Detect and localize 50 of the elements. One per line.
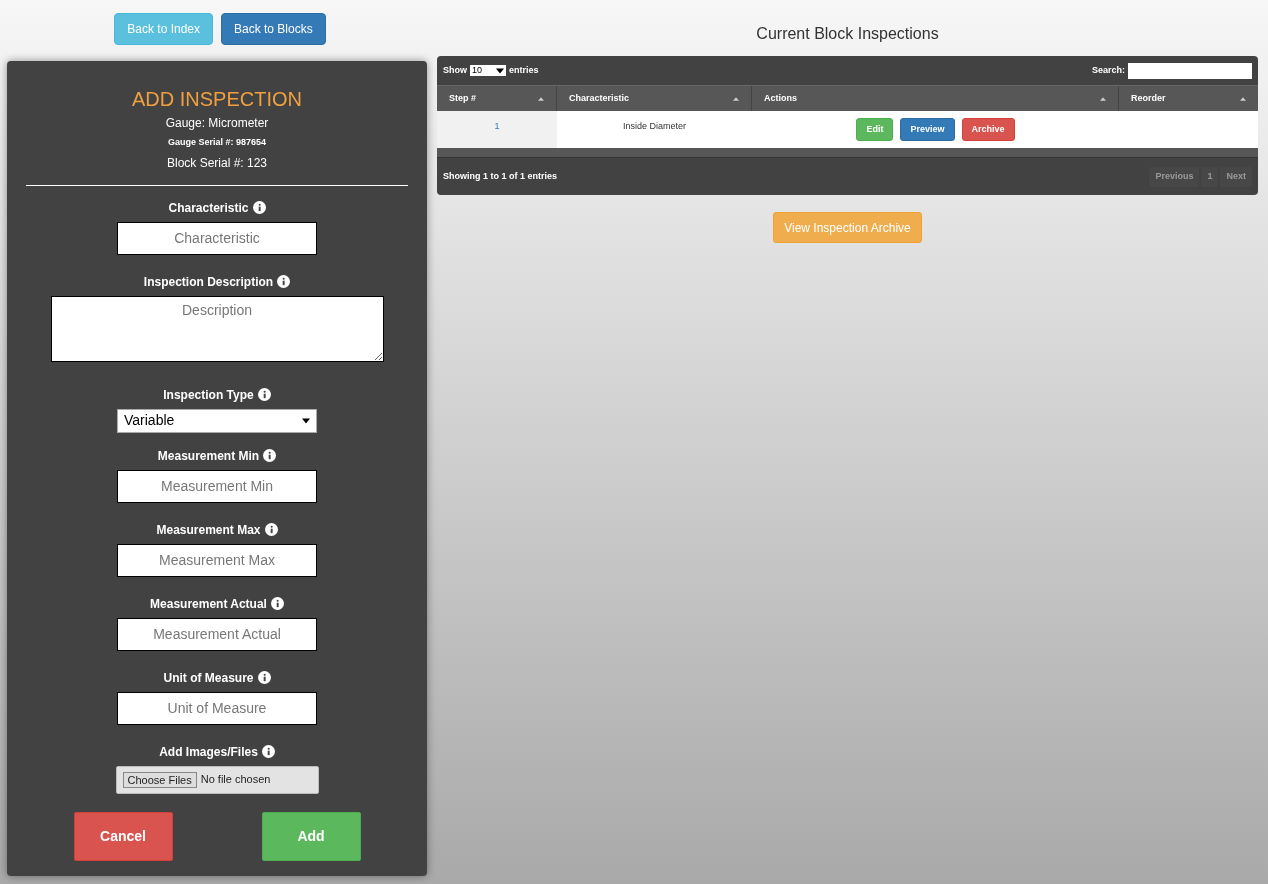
show-label: Show [443,63,467,77]
info-icon [257,388,271,401]
sort-icon [1240,96,1246,101]
description-field[interactable]: Description [50,295,384,362]
sort-icon [733,96,739,101]
search-field[interactable] [1128,62,1252,79]
field-label: Add Images/Files [159,743,258,761]
dropdown-arrow-icon [302,417,310,424]
info-icon [252,201,266,214]
search-label: Search: [1091,63,1125,77]
characteristic-cell-text: Inside Diameter [622,120,687,133]
action-button[interactable]: Archive [961,118,1015,141]
file-input[interactable]: Choose Files No file chosen [115,765,319,794]
text-field[interactable]: Measurement Min [117,469,317,503]
block-serial: Block Serial #: 123 [166,154,268,172]
gauge-name: Gauge: Micrometer [165,115,269,132]
info-icon [263,449,277,462]
info-icon [261,745,275,758]
action-button[interactable]: Edit [856,118,894,141]
text-field[interactable]: Measurement Actual [117,617,317,651]
text-field[interactable]: Unit of Measure [117,691,317,725]
info-icon [257,671,271,684]
type-dropdown[interactable]: Variable [117,408,317,433]
field-label: Inspection Type [163,386,254,404]
column-header[interactable]: Reorder [1119,86,1258,111]
table-info: Showing 1 to 1 of 1 entries [443,169,558,183]
nav-button[interactable]: Back to Blocks [221,13,326,45]
entries-label: entries [509,63,539,77]
field-label: Measurement Actual [150,595,267,613]
field-label: Measurement Min [157,447,260,465]
field-label: Measurement Max [156,521,261,539]
step-cell: 1 [437,111,557,148]
text-field[interactable]: Characteristic [117,221,317,255]
table-title: Current Block Inspections [756,24,939,44]
dropdown-arrow-icon [496,67,504,74]
field-label: Inspection Description [143,273,274,291]
info-icon [270,597,284,610]
sort-icon [538,96,544,101]
form-title: ADD INSPECTION [132,87,302,111]
field-label: Characteristic [168,199,249,217]
form-button[interactable]: Cancel [73,811,173,861]
form-button[interactable]: Add [261,811,361,861]
action-button[interactable]: Preview [900,118,955,141]
gauge-serial: Gauge Serial #: 987654 [167,136,267,149]
text-field[interactable]: Measurement Max [117,543,317,577]
info-icon [264,523,278,536]
sort-icon [1100,96,1106,101]
info-icon [277,275,291,288]
field-label: Unit of Measure [163,669,254,687]
page-size-select[interactable]: 10 [470,65,506,76]
